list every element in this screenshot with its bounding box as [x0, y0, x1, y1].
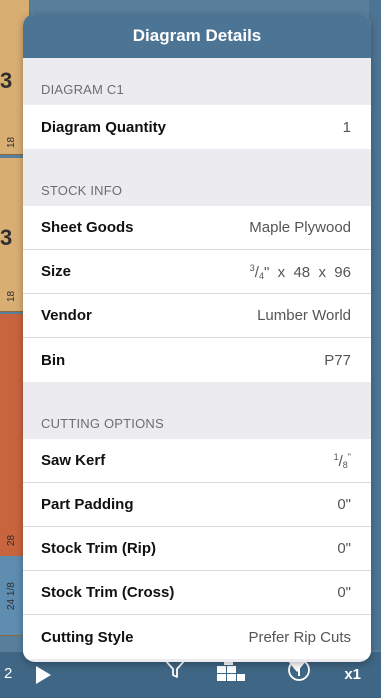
saw-kerf-row[interactable]: Saw Kerf 1/8": [23, 439, 371, 483]
kerf-numerator: 1: [333, 451, 339, 462]
diagram-group: Diagram Quantity 1: [23, 105, 371, 149]
vendor-row[interactable]: Vendor Lumber World: [23, 294, 371, 338]
size-dimensions: " x 48 x 96: [263, 263, 351, 281]
cutting-style-row[interactable]: Cutting Style Prefer Rip Cuts: [23, 615, 371, 659]
zoom-level[interactable]: x1: [344, 666, 361, 683]
section-header-cutting: CUTTING OPTIONS: [41, 416, 164, 431]
row-value: 0": [337, 584, 351, 601]
play-icon[interactable]: [36, 666, 51, 684]
part-dimension: 28: [6, 534, 17, 546]
row-label: Stock Trim (Cross): [41, 584, 175, 601]
row-value: 1: [342, 118, 351, 136]
row-value: Prefer Rip Cuts: [248, 628, 351, 646]
part-dimension: 18: [6, 290, 17, 302]
row-label: Bin: [41, 351, 66, 369]
filter-icon[interactable]: [164, 659, 186, 684]
part-label: 3: [0, 225, 13, 250]
part-label: 3: [0, 68, 13, 93]
kerf-value: 1/8": [333, 451, 351, 470]
row-label: Saw Kerf: [41, 452, 106, 469]
row-value: Lumber World: [257, 307, 351, 324]
kerf-unit: ": [347, 451, 351, 462]
bin-row[interactable]: Bin P77: [23, 338, 371, 382]
section-header-stock: STOCK INFO: [41, 183, 123, 198]
stock-trim-cross-row[interactable]: Stock Trim (Cross) 0": [23, 571, 371, 615]
diagram-details-popover: Diagram Details DIAGRAM C1 Diagram Quant…: [23, 14, 371, 662]
thickness-numerator: 3: [249, 262, 255, 273]
diagram-quantity-row[interactable]: Diagram Quantity 1: [23, 105, 371, 149]
row-label: Part Padding: [41, 496, 134, 513]
row-label: Sheet Goods: [41, 219, 134, 236]
row-label: Vendor: [41, 307, 92, 324]
row-value: 0": [337, 496, 351, 513]
row-value: 0": [337, 540, 351, 557]
row-label: Stock Trim (Rip): [41, 540, 157, 557]
row-label: Diagram Quantity: [41, 118, 167, 136]
part-padding-row[interactable]: Part Padding 0": [23, 483, 371, 527]
popover-title: Diagram Details: [23, 14, 371, 58]
cutting-group: Saw Kerf 1/8" Part Padding 0" Stock Trim…: [23, 439, 371, 659]
sheet-goods-row[interactable]: Sheet Goods Maple Plywood: [23, 206, 371, 250]
row-value: P77: [324, 351, 351, 369]
part-dimension: 24 1/8: [6, 582, 17, 610]
diagram-count: 2: [4, 665, 13, 682]
row-label: Size: [41, 263, 72, 280]
row-label: Cutting Style: [41, 628, 134, 646]
size-row[interactable]: Size 3/4" x 48 x 96: [23, 250, 371, 294]
part-dimension: 18: [6, 136, 17, 148]
stock-trim-rip-row[interactable]: Stock Trim (Rip) 0": [23, 527, 371, 571]
section-header-diagram: DIAGRAM C1: [41, 82, 124, 97]
size-value: 3/4" x 48 x 96: [249, 262, 351, 281]
stock-group: Sheet Goods Maple Plywood Size 3/4" x 48…: [23, 206, 371, 382]
row-value: Maple Plywood: [249, 219, 351, 236]
